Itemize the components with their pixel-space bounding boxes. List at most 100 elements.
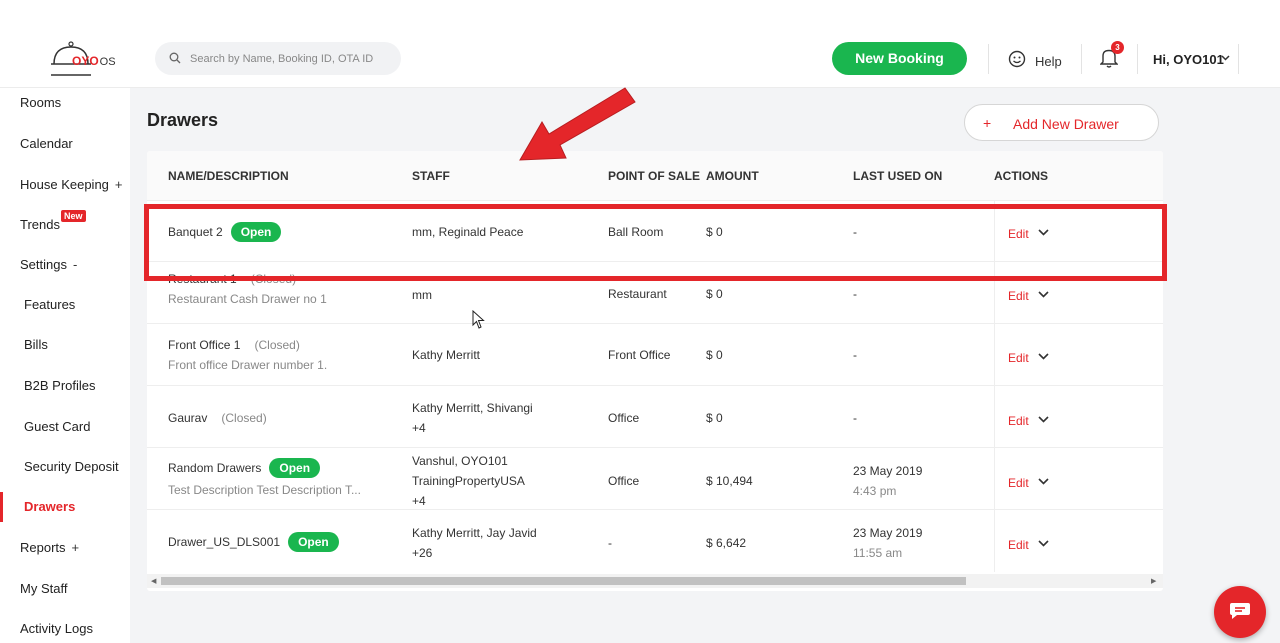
staff-cell: Kathy Merritt, Jay Javid: [412, 526, 537, 540]
pos-cell: Front Office: [608, 348, 671, 362]
drawer-name: Front Office 1: [168, 338, 241, 352]
last-used-date: 23 May 2019: [853, 526, 923, 540]
header-divider: [1238, 44, 1239, 74]
sidebar-item-activity-logs[interactable]: Activity Logs: [20, 621, 93, 636]
column-header-last-used[interactable]: LAST USED ON: [853, 169, 942, 183]
staff-cell: Kathy Merritt: [412, 348, 481, 362]
drawer-name: Drawer_US_DLS001: [168, 535, 281, 549]
status-text: (Closed): [221, 411, 267, 425]
sidebar: Rooms Calendar House Keeping + Trends New …: [0, 88, 130, 643]
last-used-cell: -: [853, 287, 857, 301]
amount-cell: $ 0: [706, 411, 723, 425]
drawer-name: Random Drawers: [168, 461, 262, 475]
expand-icon[interactable]: +: [72, 540, 80, 555]
chevron-down-icon: [1221, 55, 1230, 61]
sidebar-item-security-deposit[interactable]: Security Deposit: [24, 459, 119, 474]
notification-count-badge: 3: [1111, 41, 1124, 54]
drawer-name-cell: Drawer_US_DLS001 Open: [168, 532, 339, 552]
scroll-right-icon[interactable]: ▶: [1151, 577, 1156, 585]
staff-cell: mm: [412, 288, 432, 302]
table-row[interactable]: Front Office 1 (Closed) Front office Draw…: [147, 324, 1163, 386]
add-new-drawer-button[interactable]: + Add New Drawer: [964, 104, 1159, 141]
sidebar-item-label: Trends: [20, 217, 60, 232]
drawer-description: Front office Drawer number 1.: [168, 358, 328, 372]
sidebar-item-house-keeping[interactable]: House Keeping +: [20, 177, 123, 192]
pos-cell: -: [608, 536, 612, 550]
mouse-cursor-icon: [472, 310, 485, 329]
amount-cell: $ 10,494: [706, 474, 753, 488]
sidebar-item-settings[interactable]: Settings -: [20, 257, 77, 272]
sidebar-item-calendar[interactable]: Calendar: [20, 136, 73, 151]
annotation-highlight-box: [144, 204, 1167, 281]
chevron-down-icon[interactable]: [1038, 540, 1049, 547]
help-smiley-icon: [1008, 50, 1026, 68]
column-header-actions: ACTIONS: [994, 169, 1048, 183]
help-label: Help: [1035, 54, 1062, 69]
table-row[interactable]: Random Drawers Open Test Description Test…: [147, 448, 1163, 510]
chevron-down-icon[interactable]: [1038, 291, 1049, 298]
drawer-name-cell: Gaurav (Closed): [168, 411, 267, 425]
drawer-name-cell: Front Office 1 (Closed): [168, 338, 300, 352]
scrollbar-thumb[interactable]: [161, 577, 966, 585]
column-header-name[interactable]: NAME/DESCRIPTION: [168, 169, 289, 183]
drawer-description: Test Description Test Description T...: [168, 483, 361, 497]
staff-cell: Vanshul, OYO101: [412, 454, 508, 468]
column-header-amount[interactable]: AMOUNT: [706, 169, 759, 183]
oyo-logo[interactable]: OYOOS: [50, 40, 120, 80]
chevron-down-icon[interactable]: [1038, 416, 1049, 423]
collapse-icon[interactable]: -: [73, 257, 77, 272]
chevron-down-icon[interactable]: [1038, 478, 1049, 485]
status-badge: Open: [288, 532, 339, 552]
pos-cell: Restaurant: [608, 287, 667, 301]
edit-button[interactable]: Edit: [1008, 289, 1029, 303]
edit-button[interactable]: Edit: [1008, 414, 1029, 428]
user-menu[interactable]: Hi, OYO101: [1153, 52, 1230, 67]
sidebar-item-guest-card[interactable]: Guest Card: [24, 419, 90, 434]
search-icon: [169, 52, 181, 64]
sidebar-item-reports[interactable]: Reports +: [20, 540, 79, 555]
last-used-cell: -: [853, 411, 857, 425]
staff-more-count[interactable]: +4: [412, 421, 426, 435]
actions-cell: Edit: [994, 448, 1163, 509]
staff-more-count[interactable]: +4: [412, 494, 426, 508]
sidebar-item-label: Reports: [20, 540, 66, 555]
plus-icon: +: [983, 115, 992, 131]
notifications-button[interactable]: 3: [1099, 41, 1124, 70]
amount-cell: $ 0: [706, 287, 723, 301]
sidebar-item-bills[interactable]: Bills: [24, 337, 48, 352]
pos-cell: Office: [608, 411, 640, 425]
drawer-description: Restaurant Cash Drawer no 1: [168, 292, 327, 306]
horizontal-scrollbar[interactable]: ◀ ▶: [147, 574, 1163, 588]
status-text: (Closed): [254, 338, 300, 352]
sidebar-item-drawers[interactable]: Drawers: [24, 499, 75, 514]
main-content: Drawers + Add New Drawer NAME/DESCRIPTIO…: [130, 88, 1280, 643]
sidebar-item-features[interactable]: Features: [24, 297, 75, 312]
actions-cell: Edit: [994, 510, 1163, 572]
annotation-arrow-icon: [519, 87, 636, 161]
staff-more-count[interactable]: +26: [412, 546, 432, 560]
header-divider: [1137, 44, 1138, 74]
search-input[interactable]: Search by Name, Booking ID, OTA ID: [155, 42, 401, 75]
sidebar-item-trends[interactable]: Trends New: [20, 210, 86, 232]
edit-button[interactable]: Edit: [1008, 476, 1029, 490]
chat-bubble-icon: [1230, 603, 1250, 619]
expand-icon[interactable]: +: [115, 177, 123, 192]
amount-cell: $ 6,642: [706, 536, 747, 550]
chat-support-button[interactable]: [1214, 586, 1266, 638]
edit-button[interactable]: Edit: [1008, 351, 1029, 365]
chevron-down-icon[interactable]: [1038, 353, 1049, 360]
page-title: Drawers: [147, 110, 219, 130]
sidebar-item-b2b-profiles[interactable]: B2B Profiles: [24, 378, 96, 393]
table-row[interactable]: Gaurav (Closed) Kathy Merritt, Shivangi +…: [147, 386, 1163, 448]
logo-text: OYO: [72, 54, 99, 68]
edit-button[interactable]: Edit: [1008, 538, 1029, 552]
table-header: NAME/DESCRIPTION STAFF POINT OF SALE AMO…: [147, 151, 1163, 201]
sidebar-item-rooms[interactable]: Rooms: [20, 95, 61, 110]
sidebar-item-my-staff[interactable]: My Staff: [20, 581, 67, 596]
new-booking-button[interactable]: New Booking: [832, 42, 967, 75]
table-row[interactable]: Drawer_US_DLS001 Open Kathy Merritt, Jay …: [147, 510, 1163, 572]
drawer-name-cell: Random Drawers Open: [168, 458, 321, 478]
column-header-staff[interactable]: STAFF: [412, 169, 450, 183]
sidebar-item-label: Settings: [20, 257, 67, 272]
scroll-left-icon[interactable]: ◀: [151, 577, 156, 585]
